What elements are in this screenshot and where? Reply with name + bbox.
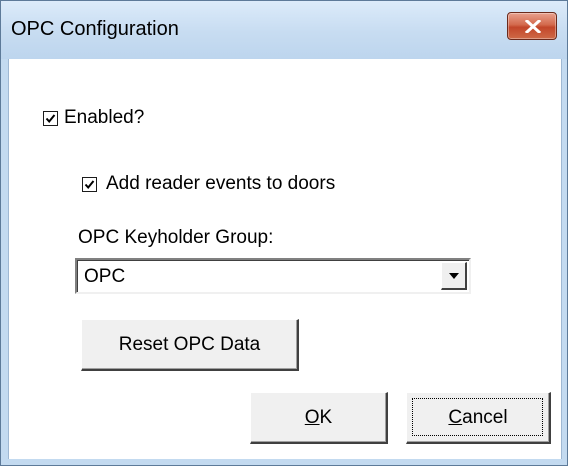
checkmark-icon <box>84 180 95 190</box>
ok-button[interactable]: OK <box>250 392 388 444</box>
enabled-checkbox[interactable] <box>43 111 58 126</box>
close-button[interactable] <box>507 12 557 40</box>
cancel-button[interactable]: Cancel <box>406 392 551 444</box>
chevron-down-icon <box>449 273 459 279</box>
cancel-label: Cancel <box>448 406 508 428</box>
reset-opc-data-label: Reset OPC Data <box>118 333 261 355</box>
checkmark-icon <box>45 114 56 124</box>
add-reader-events-label[interactable]: Add reader events to doors <box>106 173 335 195</box>
ok-label: OK <box>304 406 333 428</box>
enabled-label[interactable]: Enabled? <box>64 107 144 129</box>
keyholder-group-select[interactable]: OPC <box>75 258 471 294</box>
dropdown-button[interactable] <box>441 262 467 290</box>
keyholder-group-value: OPC <box>84 266 126 287</box>
keyholder-group-label: OPC Keyholder Group: <box>78 227 274 248</box>
reset-opc-data-button[interactable]: Reset OPC Data <box>81 319 299 371</box>
dialog-window: OPC Configuration Enabled? Add reader ev… <box>0 0 568 466</box>
add-reader-events-checkbox[interactable] <box>82 177 97 192</box>
window-title: OPC Configuration <box>11 18 179 40</box>
close-icon <box>525 20 541 33</box>
title-bar[interactable]: OPC Configuration <box>1 1 567 59</box>
